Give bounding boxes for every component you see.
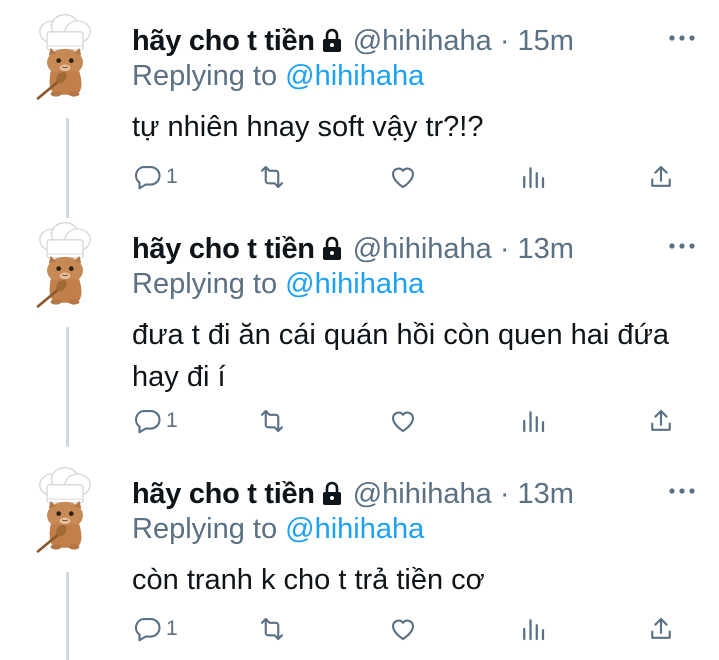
retweet-button[interactable]: [257, 162, 287, 192]
share-button[interactable]: [646, 614, 676, 644]
views-button[interactable]: [518, 406, 548, 436]
tweet-header: hãy cho t tiền @hihihaha · 13m: [132, 474, 574, 514]
display-name[interactable]: hãy cho t tiền: [132, 25, 315, 58]
like-button[interactable]: [388, 162, 418, 192]
tweet[interactable]: hãy cho t tiền @hihihaha · 13m Replying …: [0, 214, 719, 458]
retweet-icon: [260, 165, 284, 189]
retweet-button[interactable]: [257, 614, 287, 644]
tweet-text: tự nhiên hnay soft vậy tr?!?: [132, 111, 484, 143]
views-icon: [523, 619, 545, 641]
display-name[interactable]: hãy cho t tiền: [132, 478, 315, 511]
tweet-actions: 1: [132, 614, 692, 654]
views-icon: [523, 411, 545, 433]
lock-icon: [321, 481, 343, 507]
tweet-header: hãy cho t tiền @hihihaha · 15m: [132, 21, 574, 61]
tweet-text: đưa t đi ăn cái quán hồi còn quen hai đứ…: [132, 319, 670, 393]
views-icon: [523, 167, 545, 189]
replying-to-mention[interactable]: @hihihaha: [285, 60, 424, 92]
chef-cat-avatar[interactable]: [20, 465, 110, 555]
user-handle[interactable]: @hihihaha: [353, 478, 492, 511]
timestamp[interactable]: 13m: [518, 233, 574, 266]
like-icon: [391, 619, 415, 641]
separator-dot: ·: [499, 232, 510, 265]
replying-to: Replying to @hihihaha: [132, 513, 424, 546]
reply-count: 1: [166, 165, 178, 188]
like-icon: [391, 167, 415, 189]
share-button[interactable]: [646, 162, 676, 192]
timestamp[interactable]: 15m: [518, 25, 574, 58]
like-button[interactable]: [388, 614, 418, 644]
share-icon: [651, 409, 671, 431]
reply-icon: [134, 617, 161, 642]
replying-to: Replying to @hihihaha: [132, 60, 424, 93]
share-button[interactable]: [646, 406, 676, 436]
reply-button[interactable]: 1: [132, 162, 178, 192]
like-button[interactable]: [388, 406, 418, 436]
separator-dot: ·: [499, 24, 510, 57]
user-handle[interactable]: @hihihaha: [353, 233, 492, 266]
views-button[interactable]: [518, 614, 548, 644]
tweet-header: hãy cho t tiền @hihihaha · 13m: [132, 229, 574, 269]
chef-cat-avatar[interactable]: [20, 220, 110, 310]
reply-button[interactable]: 1: [132, 406, 178, 436]
replying-to: Replying to @hihihaha: [132, 268, 424, 301]
tweet-actions: 1: [132, 162, 692, 202]
chef-cat-avatar[interactable]: [20, 12, 110, 102]
replying-to-label: Replying to: [132, 513, 278, 545]
replying-to-label: Replying to: [132, 60, 278, 92]
reply-icon: [134, 409, 161, 434]
like-icon: [391, 411, 415, 433]
lock-icon: [321, 236, 343, 262]
replying-to-mention[interactable]: @hihihaha: [285, 513, 424, 545]
timestamp[interactable]: 13m: [518, 478, 574, 511]
more-icon[interactable]: [667, 481, 697, 501]
share-icon: [651, 165, 671, 187]
tweet[interactable]: hãy cho t tiền @hihihaha · 13m Replying …: [0, 459, 719, 660]
user-handle[interactable]: @hihihaha: [353, 25, 492, 58]
replying-to-label: Replying to: [132, 268, 278, 300]
reply-count: 1: [166, 617, 178, 640]
tweet-actions: 1: [132, 406, 692, 446]
more-icon[interactable]: [667, 236, 697, 256]
tweet-text: còn tranh k cho t trả tiền cơ: [132, 564, 485, 596]
retweet-button[interactable]: [257, 406, 287, 436]
retweet-icon: [260, 409, 284, 433]
separator-dot: ·: [499, 477, 510, 510]
retweet-icon: [260, 617, 284, 641]
reply-icon: [134, 165, 161, 190]
more-icon[interactable]: [667, 28, 697, 48]
reply-button[interactable]: 1: [132, 614, 178, 644]
reply-count: 1: [166, 409, 178, 432]
lock-icon: [321, 28, 343, 54]
tweet[interactable]: hãy cho t tiền @hihihaha · 15m Replying …: [0, 6, 719, 220]
views-button[interactable]: [518, 162, 548, 192]
display-name[interactable]: hãy cho t tiền: [132, 233, 315, 266]
share-icon: [651, 617, 671, 639]
replying-to-mention[interactable]: @hihihaha: [285, 268, 424, 300]
